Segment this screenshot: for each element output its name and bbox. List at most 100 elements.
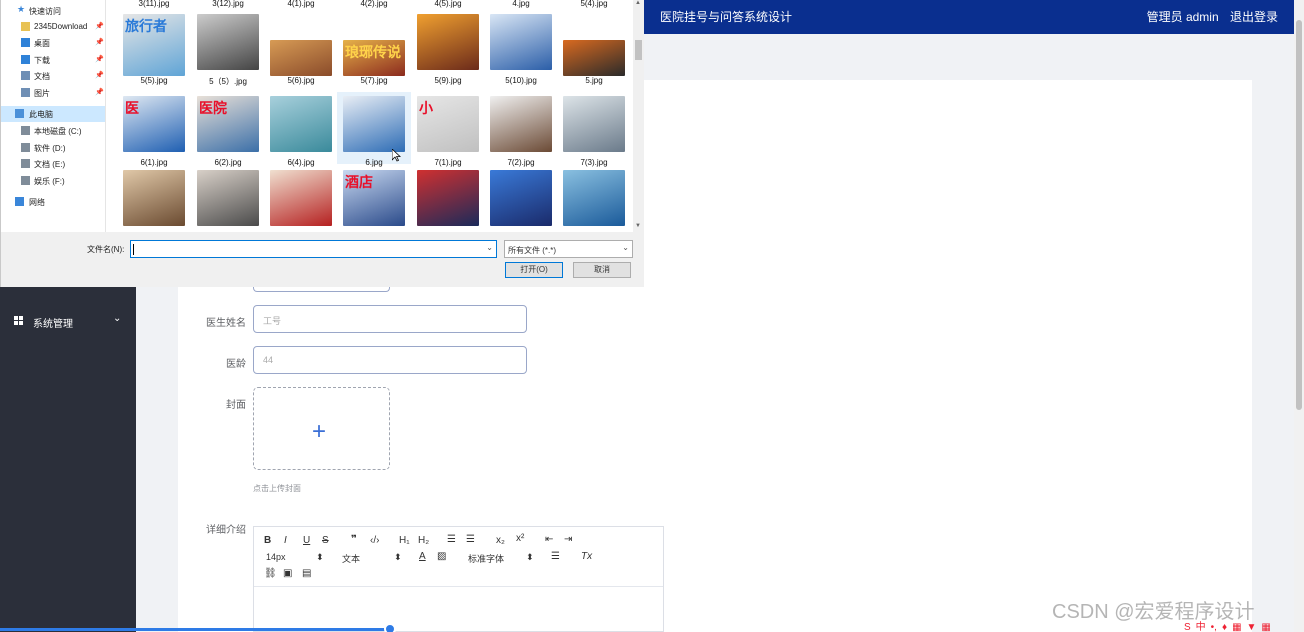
filetype-select[interactable]: 所有文件 (*.*) ⌄ [504,240,633,258]
keyboard-icon[interactable]: ▦ [1232,622,1241,632]
file-item[interactable]: 7（酒店）2.jpg [411,166,485,242]
doctor-name-input[interactable]: 工号 [253,305,527,333]
image-thumbnail [270,170,332,226]
image-thumbnail: 医 [123,96,185,152]
file-item[interactable]: 酒店7（酒店）.jpg [337,166,411,242]
file-item[interactable]: 6(4).jpg [264,92,338,167]
indent-left-icon[interactable]: ⇤ [545,534,553,545]
file-name-partial[interactable]: 4(1).jpg [264,0,338,8]
clear-format-icon[interactable]: Tx [581,551,592,562]
file-name-partial[interactable]: 4(5).jpg [411,0,485,8]
video-icon[interactable]: ▤ [302,568,311,579]
ordered-list-icon[interactable]: ☰ [447,534,456,545]
file-item[interactable]: 7（酒店）3.jpg [484,166,558,242]
nav-item[interactable]: 文档 (E:) [1,156,105,172]
file-item[interactable]: 5(6).jpg [264,10,338,85]
age-input[interactable]: 44 [253,346,527,374]
ime-icon[interactable]: 中 [1196,622,1206,632]
indent-right-icon[interactable]: ⇥ [564,534,572,545]
background-color-icon[interactable]: ▨ [437,551,446,562]
file-item[interactable]: 医 6(1).jpg [117,92,191,167]
thumbnail-text: 琅琊传说 [345,44,401,60]
italic-icon[interactable]: I [284,535,287,546]
file-name-partial[interactable]: 3(11).jpg [117,0,191,8]
nav-item[interactable]: 桌面 📌 [1,35,105,51]
cover-uploader[interactable]: + [253,387,390,470]
rich-text-editor[interactable]: B I U S ❞ ‹/› H₁ H₂ ☰ ☰ x₂ x² ⇤ ⇥ 14px ⬍… [253,526,664,632]
open-button[interactable]: 打开(O) [505,262,563,278]
nav-item[interactable]: 软件 (D:) [1,140,105,156]
h2-icon[interactable]: H₂ [418,535,429,546]
font-family-select[interactable]: 标准字体 [468,552,504,565]
filename-input[interactable]: ⌄ [130,240,497,258]
pin-icon: 📌 [95,89,104,96]
drive-icon [21,159,30,168]
file-item[interactable]: 7（店铺）.jpg [264,166,338,242]
file-name-partial[interactable]: 5(4).jpg [557,0,631,8]
font-size-select[interactable]: 14px [266,552,286,562]
logout-link[interactable]: 退出登录 [1230,10,1278,24]
nav-item[interactable]: ★ 快速访问 [1,3,105,19]
file-name-partial[interactable]: 4.jpg [484,0,558,8]
progress-handle[interactable] [384,623,396,632]
nav-item[interactable]: 网络 [1,194,105,210]
file-item[interactable]: 小 7(1).jpg [411,92,485,167]
nav-item[interactable]: 本地磁盘 (C:) [1,123,105,139]
file-item[interactable]: 7(4).jpg [117,166,191,241]
file-item[interactable]: 琅琊传说 5(7).jpg [337,10,411,85]
image-thumbnail [563,40,625,76]
chevron-updown-icon: ⬍ [394,552,402,562]
drive-icon [21,143,30,152]
font-color-icon[interactable]: A [419,551,426,562]
file-list-scrollbar[interactable]: ▲ ▼ [633,0,644,232]
quote-icon[interactable]: ❞ [351,534,357,545]
cancel-button[interactable]: 取消 [573,262,631,278]
paragraph-select[interactable]: 文本 [342,552,360,565]
sidebar-item-system[interactable]: 系统管理 ⌄ [0,312,136,332]
punct-icon[interactable]: •, [1211,622,1217,632]
link-icon[interactable]: ⛓ [264,568,277,579]
nav-item[interactable]: 下载 📌 [1,52,105,68]
file-item[interactable]: 5(10).jpg [484,10,558,85]
scroll-up-icon[interactable]: ▲ [635,0,641,6]
sogou-icon[interactable]: S [1184,622,1191,632]
code-icon[interactable]: ‹/› [370,535,379,546]
file-item[interactable]: 8(1).jpg [557,166,631,241]
image-icon[interactable]: ▣ [283,568,292,579]
file-item[interactable]: 医院 6(2).jpg [191,92,265,167]
file-item[interactable]: 7(3).jpg [557,92,631,167]
bold-icon[interactable]: B [264,535,271,546]
superscript-icon[interactable]: x² [516,533,524,544]
download-icon [21,55,30,64]
strike-icon[interactable]: S [322,535,329,546]
align-icon[interactable]: ☰ [551,551,560,562]
file-name-partial[interactable]: 3(12).jpg [191,0,265,8]
file-name-partial[interactable]: 4(2).jpg [337,0,411,8]
sidebar-item-label: 系统管理 [33,319,73,330]
file-item[interactable]: 5.jpg [557,10,631,85]
file-item[interactable]: 7(5).jpg [191,166,265,241]
page-scrollbar[interactable] [1294,0,1304,632]
h1-icon[interactable]: H₁ [399,535,410,546]
nav-item[interactable]: 娱乐 (F:) [1,173,105,189]
underline-icon[interactable]: U [303,535,310,546]
star-icon: ★ [17,4,26,14]
chevron-down-icon[interactable]: ⌄ [486,243,493,252]
file-item[interactable]: 7(2).jpg [484,92,558,167]
subscript-icon[interactable]: x₂ [496,535,505,546]
file-item[interactable]: 5（5）.jpg [191,10,265,86]
mic-icon[interactable]: ♦ [1222,622,1227,632]
image-thumbnail [417,170,479,226]
file-item[interactable]: 旅行者 5(5).jpg [117,10,191,85]
nav-item[interactable]: 此电脑 [1,106,105,122]
grid-icon[interactable]: ▦ [1261,622,1270,632]
scroll-down-icon[interactable]: ▼ [635,223,641,229]
nav-item[interactable]: 图片 📌 [1,85,105,101]
nav-item[interactable]: 2345Download 📌 [1,19,105,35]
file-name: 5（5）.jpg [209,77,247,86]
file-item[interactable]: 5(9).jpg [411,10,485,85]
bullet-list-icon[interactable]: ☰ [466,534,475,545]
scroll-thumb[interactable] [635,40,642,60]
shirt-icon[interactable]: ▼ [1247,622,1257,632]
nav-item[interactable]: 文档 📌 [1,68,105,84]
